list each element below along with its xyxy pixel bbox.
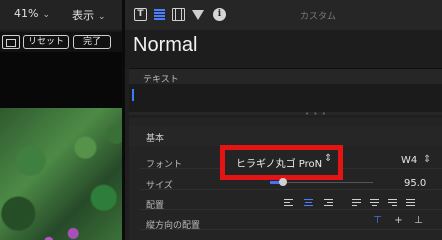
resize-grip-icon[interactable]: • • • — [305, 110, 327, 118]
row-divider — [140, 209, 442, 210]
font-weight-select[interactable]: W4 — [401, 155, 417, 166]
text-input[interactable] — [129, 84, 442, 112]
size-value[interactable]: 95.0 — [404, 178, 426, 189]
row-divider — [140, 189, 442, 190]
text-cursor — [132, 89, 134, 101]
size-label: サイズ — [146, 181, 173, 191]
text-inspector-icon[interactable] — [153, 8, 166, 21]
justify-full-icon[interactable] — [406, 199, 415, 207]
valign-middle-icon[interactable]: + — [394, 216, 403, 226]
done-button[interactable]: 完了 — [73, 35, 111, 49]
up-down-chevron-icon[interactable]: ⇕ — [423, 154, 431, 165]
viewer-letterbox — [0, 52, 122, 108]
align-center-icon[interactable] — [304, 199, 313, 207]
zoom-menu[interactable]: 41% ⌄ — [14, 7, 50, 20]
video-inspector-icon[interactable] — [172, 8, 185, 21]
info-inspector-icon[interactable]: i — [213, 8, 226, 21]
vertical-alignment-label: 縦方向の配置 — [146, 221, 201, 231]
basic-section-header[interactable] — [129, 126, 442, 146]
valign-bottom-icon[interactable]: ⊥ — [414, 216, 423, 226]
title-inspector-icon[interactable]: T — [134, 8, 147, 21]
basic-section-label: 基本 — [146, 134, 165, 144]
alignment-label: 配置 — [146, 201, 165, 211]
up-down-chevron-icon[interactable]: ⇕ — [324, 153, 332, 164]
justify-center-icon[interactable] — [370, 199, 379, 207]
reset-button[interactable]: リセット — [23, 35, 69, 49]
size-slider-track[interactable] — [283, 182, 373, 183]
preset-label: カスタム — [300, 12, 337, 22]
video-preview[interactable] — [0, 108, 122, 240]
chevron-down-icon: ⌄ — [98, 12, 106, 22]
justify-left-icon[interactable] — [352, 199, 361, 207]
chevron-down-icon: ⌄ — [42, 10, 50, 20]
font-label: フォント — [146, 160, 183, 170]
view-menu-label: 表示 — [72, 9, 94, 22]
transform-icon[interactable] — [2, 35, 20, 49]
align-right-icon[interactable] — [324, 199, 333, 207]
size-slider-handle[interactable] — [279, 178, 287, 186]
valign-top-icon[interactable]: ⊤ — [373, 216, 382, 226]
page-title: Normal — [133, 34, 198, 56]
filter-inspector-icon[interactable] — [192, 10, 204, 20]
zoom-value: 41% — [14, 7, 39, 20]
justify-right-icon[interactable] — [388, 199, 397, 207]
font-family-value[interactable]: ヒラギノ丸ゴ ProN — [236, 155, 322, 170]
align-left-icon[interactable] — [284, 199, 293, 207]
view-menu[interactable]: 表示 ⌄ — [72, 7, 106, 23]
